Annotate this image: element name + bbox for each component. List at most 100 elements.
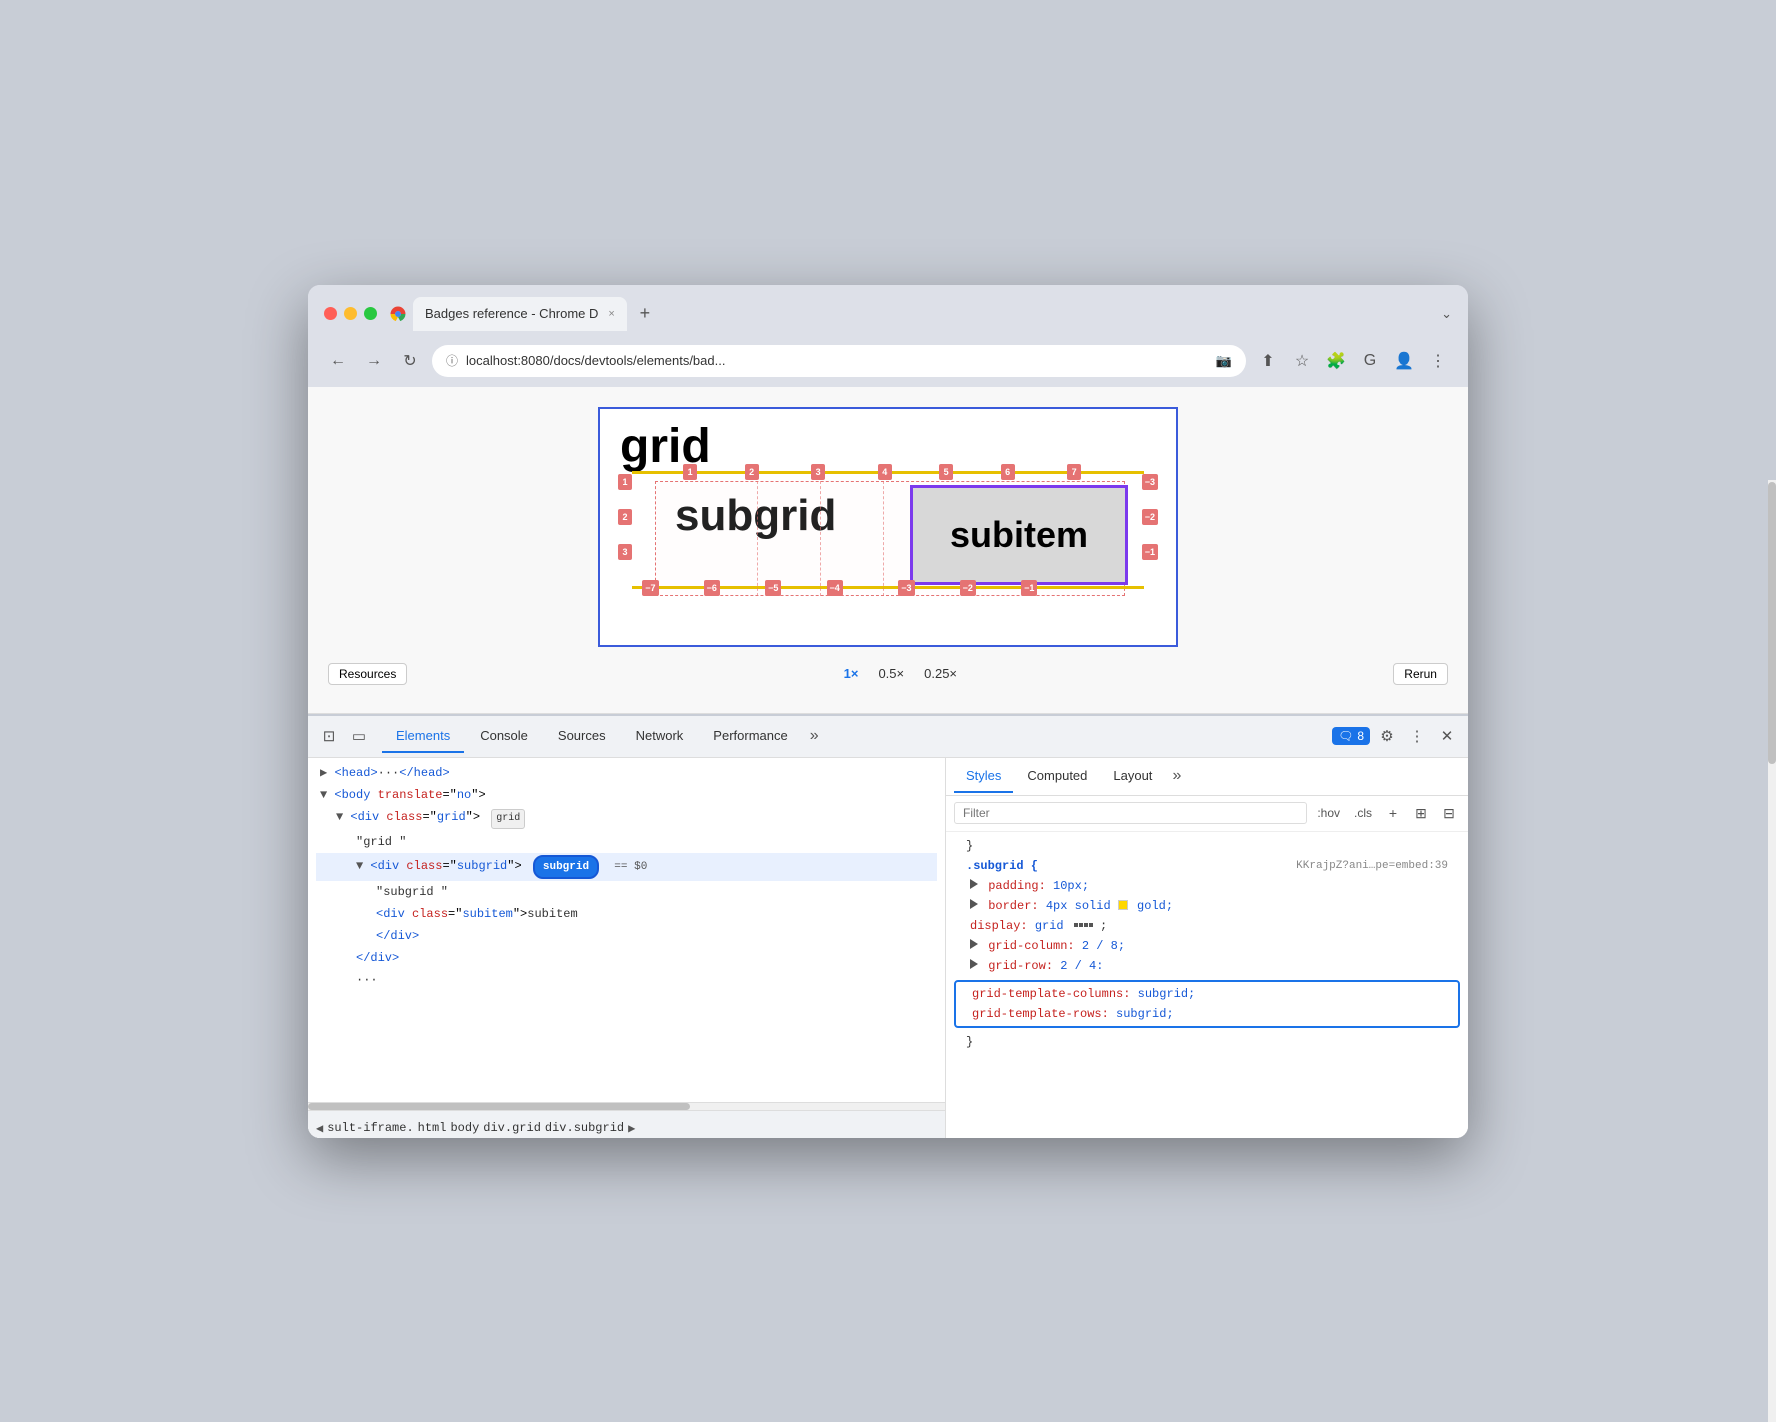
- styles-more-tabs[interactable]: »: [1166, 767, 1187, 785]
- bookmark-icon[interactable]: ☆: [1288, 347, 1316, 375]
- styles-filter-input[interactable]: [954, 802, 1307, 824]
- minimize-button[interactable]: [344, 307, 357, 320]
- gtr-prop: grid-template-rows:: [972, 1007, 1109, 1021]
- zoom-1x[interactable]: 1×: [840, 664, 863, 683]
- url-bar[interactable]: ⓘ localhost:8080/docs/devtools/elements/…: [432, 345, 1246, 377]
- style-closing-brace: }: [954, 1032, 1460, 1052]
- styles-content: } .subgrid { KKrajpZ?ani…pe=embed:39 pad…: [946, 832, 1468, 1138]
- element-text-grid[interactable]: "grid ": [316, 831, 937, 853]
- element-div-grid[interactable]: ▼ <div class="grid"> grid: [316, 806, 937, 831]
- breadcrumb: ◀ sult-iframe. html body div.grid div.su…: [308, 1110, 945, 1138]
- border-color-value: gold;: [1137, 899, 1173, 913]
- gold-swatch[interactable]: [1118, 900, 1128, 910]
- grid-column-prop: grid-column:: [988, 939, 1074, 953]
- grid-badge[interactable]: grid: [491, 809, 525, 829]
- hov-button[interactable]: :hov: [1313, 804, 1344, 822]
- forward-button[interactable]: →: [360, 347, 388, 375]
- style-grid-row[interactable]: grid-row: 2 / 4:: [954, 956, 1460, 976]
- element-body[interactable]: ▼ <body translate="no">: [316, 784, 937, 806]
- padding-triangle[interactable]: [970, 879, 978, 889]
- style-grid-template-rows[interactable]: grid-template-rows: subgrid;: [960, 1004, 1454, 1024]
- style-border[interactable]: border: 4px solid gold;: [954, 896, 1460, 916]
- breadcrumb-forward[interactable]: ▶: [628, 1121, 635, 1136]
- breadcrumb-divgrid[interactable]: div.grid: [483, 1121, 541, 1135]
- new-tab-button[interactable]: +: [631, 300, 659, 328]
- tab-computed[interactable]: Computed: [1015, 760, 1099, 793]
- border-triangle[interactable]: [970, 899, 978, 909]
- style-padding[interactable]: padding: 10px;: [954, 876, 1460, 896]
- breadcrumb-html[interactable]: html: [418, 1121, 447, 1135]
- preview-area: grid 1 2 3 4 5 6 7 1 2 3 −3 −2: [308, 387, 1468, 714]
- more-tabs-button[interactable]: »: [804, 719, 825, 753]
- style-display[interactable]: display: grid ;: [954, 916, 1460, 936]
- vline-2: [820, 481, 821, 596]
- style-grid-column[interactable]: grid-column: 2 / 8;: [954, 936, 1460, 956]
- tab-performance[interactable]: Performance: [699, 720, 801, 753]
- tab-styles[interactable]: Styles: [954, 760, 1013, 793]
- computed-sidebar-icon[interactable]: ⊞: [1410, 802, 1432, 824]
- gtc-prop: grid-template-columns:: [972, 987, 1130, 1001]
- tab-sources[interactable]: Sources: [544, 720, 620, 753]
- device-toolbar-icon[interactable]: ▭: [346, 723, 372, 749]
- resources-button[interactable]: Resources: [328, 663, 407, 685]
- cls-button[interactable]: .cls: [1350, 804, 1376, 822]
- tab-title: Badges reference - Chrome D: [425, 306, 598, 321]
- extensions-icon[interactable]: 🧩: [1322, 347, 1350, 375]
- element-text-subgrid[interactable]: "subgrid ": [316, 881, 937, 903]
- badge-2: 2: [745, 464, 759, 480]
- add-style-button[interactable]: +: [1382, 802, 1404, 824]
- issues-badge[interactable]: 🗨 8: [1332, 727, 1370, 745]
- style-source[interactable]: KKrajpZ?ani…pe=embed:39: [1296, 857, 1448, 875]
- toolbar-icons: ⬆ ☆ 🧩 G 👤 ⋮: [1254, 347, 1452, 375]
- badge-7: 7: [1067, 464, 1081, 480]
- grid-row-triangle[interactable]: [970, 959, 978, 969]
- breadcrumb-iframe[interactable]: sult-iframe.: [327, 1121, 413, 1135]
- tab-close-icon[interactable]: ×: [608, 308, 614, 320]
- breadcrumb-back[interactable]: ◀: [316, 1121, 323, 1136]
- maximize-button[interactable]: [364, 307, 377, 320]
- tab-console[interactable]: Console: [466, 720, 542, 753]
- back-button[interactable]: ←: [324, 347, 352, 375]
- badge-b-2: −2: [960, 580, 976, 596]
- subgrid-badge[interactable]: subgrid: [533, 855, 599, 879]
- grid-column-triangle[interactable]: [970, 939, 978, 949]
- select-element-icon[interactable]: ⊡: [316, 723, 342, 749]
- devtools-close-icon[interactable]: ✕: [1434, 723, 1460, 749]
- browser-window: Badges reference - Chrome D × + ⌄ ← → ↻ …: [308, 285, 1468, 1138]
- tab-elements[interactable]: Elements: [382, 720, 464, 753]
- tab-network[interactable]: Network: [622, 720, 698, 753]
- toggle-changes-icon[interactable]: ⊟: [1438, 802, 1460, 824]
- menu-icon[interactable]: ⋮: [1424, 347, 1452, 375]
- element-close-subgrid[interactable]: </div>: [316, 947, 937, 969]
- element-div-subgrid[interactable]: ▼ <div class="subgrid"> subgrid == $0: [316, 853, 937, 881]
- rerun-button[interactable]: Rerun: [1393, 663, 1448, 685]
- grid-display-icon[interactable]: [1074, 923, 1093, 927]
- devtools: ⊡ ▭ Elements Console Sources Network Per…: [308, 714, 1468, 1138]
- devtools-body: ▶ <head>···</head> ▼ <body translate="no…: [308, 758, 1468, 1138]
- element-div-subitem[interactable]: <div class="subitem">subitem: [316, 903, 937, 925]
- element-ellipsis[interactable]: ···: [316, 969, 937, 991]
- share-icon[interactable]: ⬆: [1254, 347, 1282, 375]
- settings-icon[interactable]: ⚙: [1374, 723, 1400, 749]
- dollar-sign: == $0: [614, 861, 647, 873]
- window-menu[interactable]: ⌄: [1441, 306, 1452, 322]
- style-selector-line[interactable]: .subgrid { KKrajpZ?ani…pe=embed:39: [954, 856, 1460, 876]
- traffic-lights: [324, 307, 377, 320]
- tab-layout[interactable]: Layout: [1101, 760, 1164, 793]
- zoom-05x[interactable]: 0.5×: [874, 664, 908, 683]
- devtools-menu-icon[interactable]: ⋮: [1404, 723, 1430, 749]
- active-tab[interactable]: Badges reference - Chrome D ×: [413, 297, 627, 331]
- element-head[interactable]: ▶ <head>···</head>: [316, 762, 937, 784]
- display-value: grid: [1035, 919, 1064, 933]
- style-selector: .subgrid {: [966, 859, 1038, 873]
- badge-right-3: −3: [1142, 474, 1158, 490]
- breadcrumb-divsubgrid[interactable]: div.subgrid: [545, 1121, 624, 1135]
- element-close-subitem[interactable]: </div>: [316, 925, 937, 947]
- google-icon[interactable]: G: [1356, 347, 1384, 375]
- profile-icon[interactable]: 👤: [1390, 347, 1418, 375]
- close-button[interactable]: [324, 307, 337, 320]
- style-grid-template-columns[interactable]: grid-template-columns: subgrid;: [960, 984, 1454, 1004]
- reload-button[interactable]: ↻: [396, 347, 424, 375]
- breadcrumb-body[interactable]: body: [450, 1121, 479, 1135]
- zoom-025x[interactable]: 0.25×: [920, 664, 961, 683]
